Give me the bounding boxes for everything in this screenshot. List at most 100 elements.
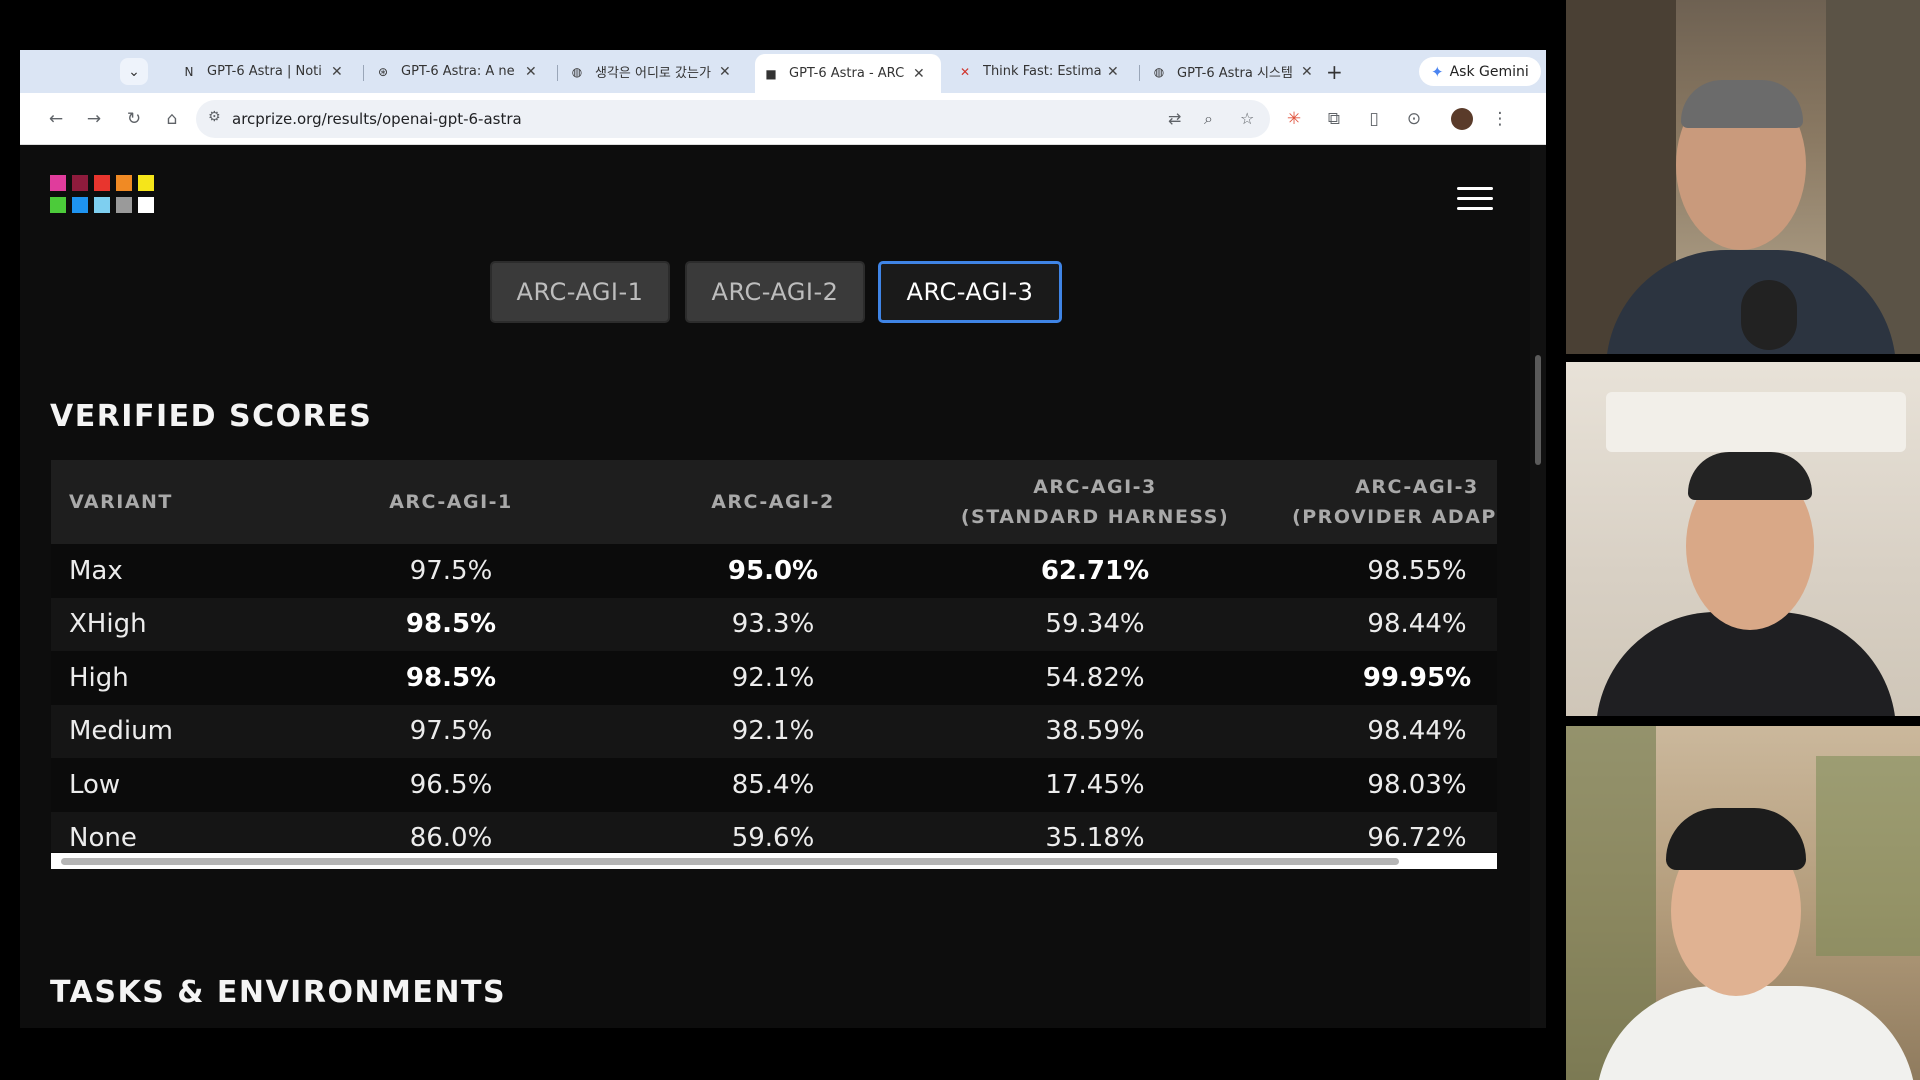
logo-square [138, 197, 154, 213]
score-cell: 38.59% [1045, 716, 1145, 747]
back-icon[interactable]: ← [44, 107, 68, 131]
url-text: arcprize.org/results/openai-gpt-6-astra [232, 110, 522, 128]
score-cell: 85.4% [731, 769, 815, 800]
video-tile-participant-3 [1566, 726, 1920, 1080]
arc-prize-logo[interactable] [50, 175, 160, 217]
tab-separator [557, 65, 558, 81]
page-scrollbar[interactable] [1530, 145, 1546, 1028]
browser-tab[interactable]: ◍ 생각은 어디로 갔는가 ✕ [561, 56, 747, 87]
close-tab-icon[interactable]: ✕ [913, 66, 925, 82]
tab-separator [363, 65, 364, 81]
browser-tab[interactable]: ✕ Think Fast: Estima ✕ [949, 56, 1135, 87]
new-tab-button[interactable]: + [1326, 60, 1343, 84]
tab-separator [1139, 65, 1140, 81]
browser-tab[interactable]: N GPT-6 Astra | Noti ✕ [173, 56, 359, 87]
score-cell: 98.5% [405, 662, 497, 693]
tab-title: GPT-6 Astra: A ne [401, 64, 515, 79]
column-header: ARC-AGI-3 (PROVIDER ADAPTER [1292, 476, 1497, 528]
variant-cell: High [69, 662, 129, 693]
table-horizontal-scrollbar[interactable] [51, 853, 1497, 869]
scrollbar-thumb[interactable] [61, 858, 1399, 865]
reading-mode-icon[interactable]: ▯ [1362, 107, 1386, 131]
logo-square [138, 175, 154, 191]
verified-scores-heading: VERIFIED SCORES [50, 399, 373, 434]
globe-icon: ◍ [571, 64, 583, 79]
table-row: None 86.0% 59.6% 35.18% 96.72% [51, 811, 1497, 852]
tab-search-button[interactable]: ⌄ [120, 58, 148, 85]
score-cell: 98.55% [1367, 555, 1467, 586]
browser-window: ⌄ N GPT-6 Astra | Noti ✕ ⊛ GPT-6 Astra: A ne… [20, 50, 1546, 1028]
openai-icon: ⊛ [377, 64, 389, 79]
tab-title: Think Fast: Estima [983, 64, 1101, 79]
logo-square [116, 197, 132, 213]
notion-icon: N [184, 64, 194, 79]
tab-arc-agi-2[interactable]: ARC-AGI-2 [685, 261, 865, 323]
score-cell: 96.72% [1367, 823, 1467, 852]
score-cell: 95.0% [727, 555, 819, 586]
score-cell: 97.5% [409, 716, 493, 747]
forward-icon[interactable]: → [82, 107, 106, 131]
tab-title: 생각은 어디로 갔는가 [595, 66, 711, 81]
profile-avatar[interactable] [1450, 107, 1474, 131]
home-icon[interactable]: ⌂ [160, 107, 184, 131]
arc-prize-icon: ■ [765, 66, 777, 81]
score-cell: 99.95% [1362, 662, 1472, 693]
logo-square [72, 175, 88, 191]
variant-cell: Medium [69, 716, 173, 747]
chevron-down-icon: ⌄ [128, 63, 140, 80]
close-tab-icon[interactable]: ✕ [525, 64, 537, 80]
score-cell: 92.1% [731, 716, 815, 747]
video-tile-participant-2 [1566, 362, 1920, 716]
score-cell: 92.1% [731, 662, 815, 693]
close-tab-icon[interactable]: ✕ [331, 64, 343, 80]
page-scrollbar-thumb[interactable] [1535, 355, 1541, 465]
ask-gemini-button[interactable]: ✦ Ask Gemini [1419, 57, 1541, 86]
reload-icon[interactable]: ↻ [122, 107, 146, 131]
address-bar[interactable]: ⚙ arcprize.org/results/openai-gpt-6-astr… [196, 100, 1270, 138]
close-tab-icon[interactable]: ✕ [1301, 64, 1313, 80]
table-row: High 98.5% 92.1% 54.82% 99.95% [51, 651, 1497, 705]
score-cell: 98.03% [1367, 769, 1467, 800]
close-tab-icon[interactable]: ✕ [1107, 64, 1119, 80]
video-tile-participant-1 [1566, 0, 1920, 354]
site-info-icon[interactable]: ⚙ [208, 109, 221, 125]
extensions-icon[interactable]: ⧉ [1322, 107, 1346, 131]
screenshot-icon[interactable]: ⊙ [1402, 107, 1426, 131]
browser-tab[interactable]: ■ GPT-6 Astra - ARC ✕ [755, 54, 941, 93]
browser-tab[interactable]: ◍ GPT-6 Astra 시스템 ✕ [1143, 56, 1329, 87]
logo-square [94, 175, 110, 191]
score-cell: 98.5% [405, 609, 497, 640]
hamburger-menu-icon[interactable] [1457, 187, 1493, 213]
variant-cell: Low [69, 769, 121, 800]
tab-title: GPT-6 Astra - ARC [789, 66, 905, 81]
table-row: Low 96.5% 85.4% 17.45% 98.03% [51, 758, 1497, 812]
bookmark-star-icon[interactable]: ☆ [1240, 109, 1254, 128]
zoom-icon[interactable]: ⌕ [1204, 109, 1213, 129]
web-page: ARC-AGI-1 ARC-AGI-2 ARC-AGI-3 VERIFIED S… [20, 145, 1530, 1028]
column-header: VARIANT [69, 491, 173, 513]
globe-icon: ◍ [1153, 64, 1165, 79]
verified-scores-table: VARIANT ARC-AGI-1 ARC-AGI-2 ARC-AGI-3 (STAN… [51, 460, 1497, 852]
table-row: Max 97.5% 95.0% 62.71% 98.55% [51, 544, 1497, 598]
browser-tab[interactable]: ⊛ GPT-6 Astra: A ne ✕ [367, 56, 553, 87]
table-row: Medium 97.5% 92.1% 38.59% 98.44% [51, 704, 1497, 758]
column-header: ARC-AGI-3 (STANDARD HARNESS) [960, 476, 1230, 528]
tab-arc-agi-1[interactable]: ARC-AGI-1 [490, 261, 670, 323]
tab-arc-agi-3[interactable]: ARC-AGI-3 [878, 261, 1062, 323]
extension-burst-icon[interactable]: ✳ [1282, 107, 1306, 131]
score-cell: 98.44% [1367, 609, 1467, 640]
table-row: XHigh 98.5% 93.3% 59.34% 98.44% [51, 597, 1497, 651]
logo-square [50, 197, 66, 213]
score-cell: 17.45% [1045, 769, 1145, 800]
browser-toolbar: ← → ↻ ⌂ ⚙ arcprize.org/results/openai-gp… [20, 93, 1546, 145]
score-cell: 62.71% [1040, 555, 1150, 586]
score-cell: 54.82% [1045, 662, 1145, 693]
translate-icon[interactable]: ⇄ [1168, 109, 1181, 128]
logo-square [116, 175, 132, 191]
close-tab-icon[interactable]: ✕ [719, 64, 731, 80]
score-cell: 59.6% [731, 823, 815, 852]
score-cell: 86.0% [409, 823, 493, 852]
tab-title: GPT-6 Astra 시스템 [1177, 66, 1293, 81]
browser-menu-icon[interactable]: ⋮ [1488, 107, 1512, 131]
score-cell: 35.18% [1045, 823, 1145, 852]
